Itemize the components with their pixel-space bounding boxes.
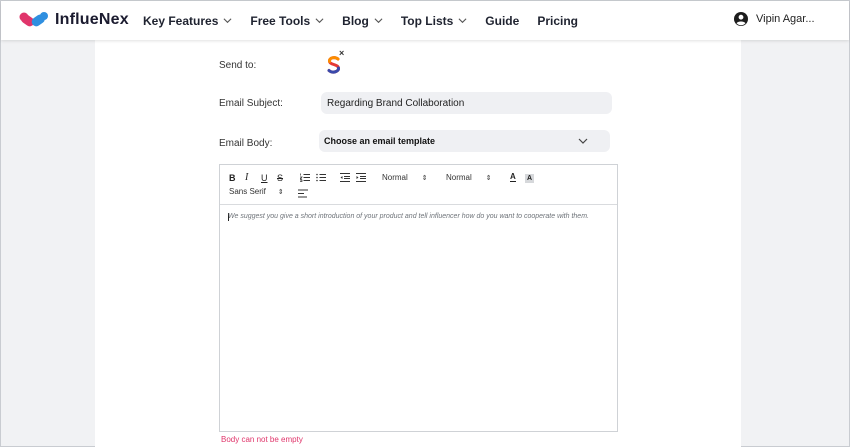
size-picker[interactable]: Normal ⇕ xyxy=(382,173,428,182)
user-name: Vipin Agar... xyxy=(756,13,815,25)
nav-item-key-features[interactable]: Key Features xyxy=(143,14,232,28)
picker-arrow-icon: ⇕ xyxy=(421,174,428,182)
email-body-editor[interactable]: B I U S Normal ⇕ Normal ⇕ A A Sans Serif… xyxy=(219,164,618,432)
chevron-down-icon xyxy=(578,138,588,144)
send-to-label: Send to: xyxy=(219,60,257,71)
nav-item-label: Blog xyxy=(342,13,369,28)
user-avatar-icon xyxy=(734,12,748,26)
nav-item-guide[interactable]: Guide xyxy=(485,14,519,28)
size-picker-value: Normal xyxy=(382,173,408,182)
strikethrough-button[interactable]: S xyxy=(277,173,283,183)
picker-arrow-icon: ⇕ xyxy=(277,188,284,196)
remove-recipient-icon[interactable]: × xyxy=(339,49,344,58)
ordered-list-icon[interactable] xyxy=(300,173,310,182)
align-left-icon[interactable] xyxy=(298,189,308,198)
font-picker[interactable]: Sans Serif ⇕ xyxy=(229,187,284,196)
background-color-button[interactable]: A xyxy=(525,174,535,183)
editor-toolbar: B I U S Normal ⇕ Normal ⇕ A A Sans Serif… xyxy=(220,165,617,205)
email-template-select-value: Choose an email template xyxy=(324,136,436,146)
chevron-down-icon xyxy=(223,18,232,24)
top-navbar: InflueNex Key Features Free Tools Blog T… xyxy=(1,1,849,40)
italic-button[interactable]: I xyxy=(245,172,248,183)
font-picker-value: Sans Serif xyxy=(229,187,266,196)
nav-item-label: Top Lists xyxy=(400,13,454,28)
email-template-select[interactable]: Choose an email template xyxy=(319,130,610,152)
nav-item-pricing[interactable]: Pricing xyxy=(537,14,578,28)
logo-mark-icon xyxy=(18,10,50,30)
email-body-placeholder: We suggest you give a short introduction… xyxy=(228,213,589,220)
email-subject-field[interactable]: Regarding Brand Collaboration xyxy=(321,92,612,114)
nav-item-label: Key Features xyxy=(143,13,219,28)
underline-button[interactable]: U xyxy=(261,173,268,183)
picker-arrow-icon: ⇕ xyxy=(485,174,492,182)
nav-item-label: Pricing xyxy=(537,13,578,28)
body-error-message: Body can not be empty xyxy=(221,435,303,444)
user-menu[interactable]: Vipin Agar... xyxy=(734,12,815,26)
header-picker-value: Normal xyxy=(446,173,472,182)
chevron-down-icon xyxy=(374,18,383,24)
nav-item-blog[interactable]: Blog xyxy=(342,14,383,28)
nav-item-top-lists[interactable]: Top Lists xyxy=(401,14,467,28)
bullet-list-icon[interactable] xyxy=(316,173,326,182)
chevron-down-icon xyxy=(315,18,324,24)
chevron-down-icon xyxy=(458,18,467,24)
indent-icon[interactable] xyxy=(356,173,366,182)
text-color-button[interactable]: A xyxy=(510,173,516,182)
brand-name: InflueNex xyxy=(55,11,129,28)
nav-item-label: Free Tools xyxy=(250,13,311,28)
bold-button[interactable]: B xyxy=(229,173,236,183)
email-subject-value: Regarding Brand Collaboration xyxy=(327,97,465,109)
nav-item-label: Guide xyxy=(485,13,520,28)
main-menu: Key Features Free Tools Blog Top Lists G… xyxy=(143,1,596,40)
header-picker[interactable]: Normal ⇕ xyxy=(446,173,492,182)
brand-logo[interactable]: InflueNex xyxy=(18,10,129,30)
email-body-label: Email Body: xyxy=(219,138,273,149)
email-subject-label: Email Subject: xyxy=(219,98,283,109)
compose-email-panel: Send to: × Email Subject: Regarding Bran… xyxy=(95,40,741,447)
outdent-icon[interactable] xyxy=(340,173,350,182)
nav-item-free-tools[interactable]: Free Tools xyxy=(250,14,324,28)
